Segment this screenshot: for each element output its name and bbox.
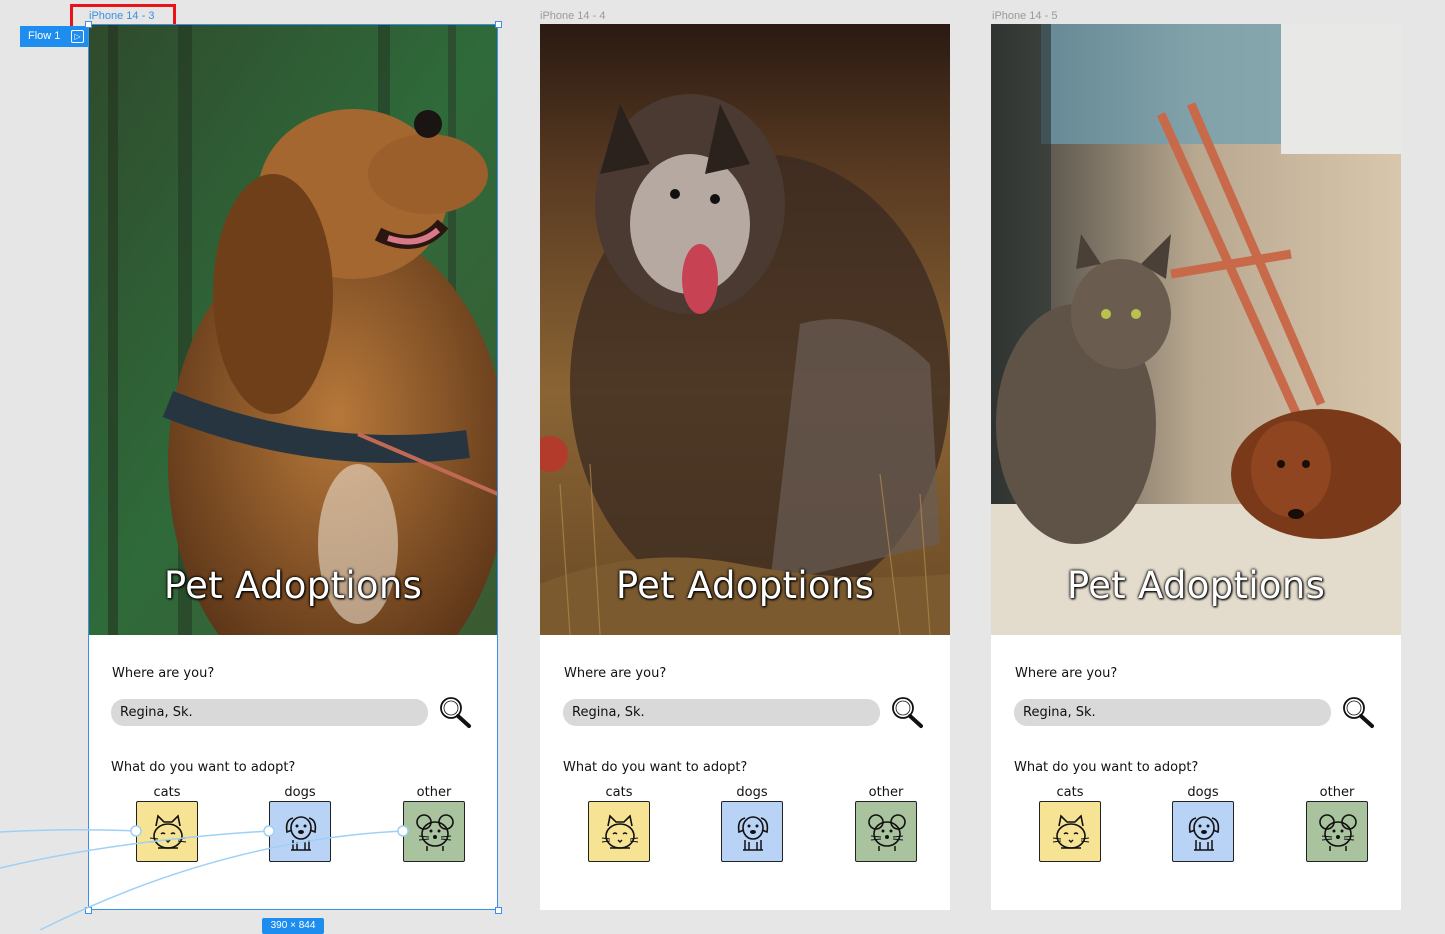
category-other-button[interactable] [1306,801,1368,862]
adopt-label: What do you want to adopt? [1014,760,1199,775]
cat-icon [149,814,187,849]
category-other-button[interactable] [855,801,917,862]
category-dogs-button[interactable] [1172,801,1234,862]
hero-image: Pet Adoptions [540,24,950,635]
category-label-dogs: dogs [1187,785,1219,800]
selection-size-badge: 390 × 844 [262,918,324,934]
dog-icon [1188,816,1220,851]
where-label: Where are you? [112,666,215,681]
resize-handle-bottom-right[interactable] [495,907,502,914]
magnifier-icon[interactable] [890,695,924,729]
category-label-other: other [868,785,904,800]
category-label-dogs: dogs [284,785,316,800]
adopt-label: What do you want to adopt? [563,760,748,775]
category-label-other: other [416,785,452,800]
category-dogs-button[interactable] [269,801,331,862]
location-input[interactable]: Regina, Sk. [111,699,428,726]
adopt-label: What do you want to adopt? [111,760,296,775]
category-label-cats: cats [1056,785,1084,800]
dog-forest-photo [88,24,498,635]
play-icon[interactable]: ▷ [71,30,84,43]
phone-frame-1[interactable]: Pet Adoptions Where are you? Regina, Sk.… [88,24,498,910]
resize-handle-bottom-left[interactable] [85,907,92,914]
flow-starting-point-tag[interactable]: Flow 1 ▷ [20,26,88,47]
where-label: Where are you? [1015,666,1118,681]
location-input[interactable]: Regina, Sk. [1014,699,1331,726]
magnifier-icon[interactable] [438,695,472,729]
cat-and-dog-photo [991,24,1401,635]
dog-icon [285,816,317,851]
resize-handle-top-left[interactable] [85,21,92,28]
hero-image: Pet Adoptions [991,24,1401,635]
category-cats-button[interactable] [136,801,198,862]
flow-label: Flow 1 [28,30,61,42]
category-cats-button[interactable] [588,801,650,862]
category-label-dogs: dogs [736,785,768,800]
cat-icon [1052,814,1090,849]
category-label-cats: cats [153,785,181,800]
mouse-icon [868,814,906,851]
category-label-cats: cats [605,785,633,800]
hero-title: Pet Adoptions [163,564,423,607]
hero-title: Pet Adoptions [615,564,875,607]
dog-icon [737,816,769,851]
category-cats-button[interactable] [1039,801,1101,862]
location-input[interactable]: Regina, Sk. [563,699,880,726]
magnifier-icon[interactable] [1341,695,1375,729]
phone-frame-2[interactable]: Pet Adoptions Where are you? Regina, Sk.… [540,24,950,910]
mouse-icon [1319,814,1357,851]
hero-title: Pet Adoptions [1066,564,1326,607]
where-label: Where are you? [564,666,667,681]
frame-title-iphone-14-4[interactable]: iPhone 14 - 4 [540,10,605,22]
category-dogs-button[interactable] [721,801,783,862]
phone-frame-3[interactable]: Pet Adoptions Where are you? Regina, Sk.… [991,24,1401,910]
frame-title-iphone-14-5[interactable]: iPhone 14 - 5 [992,10,1057,22]
dog-field-photo [540,24,950,635]
hero-image: Pet Adoptions [88,24,498,635]
resize-handle-top-right[interactable] [495,21,502,28]
cat-icon [601,814,639,849]
category-label-other: other [1319,785,1355,800]
category-other-button[interactable] [403,801,465,862]
mouse-icon [416,814,454,851]
